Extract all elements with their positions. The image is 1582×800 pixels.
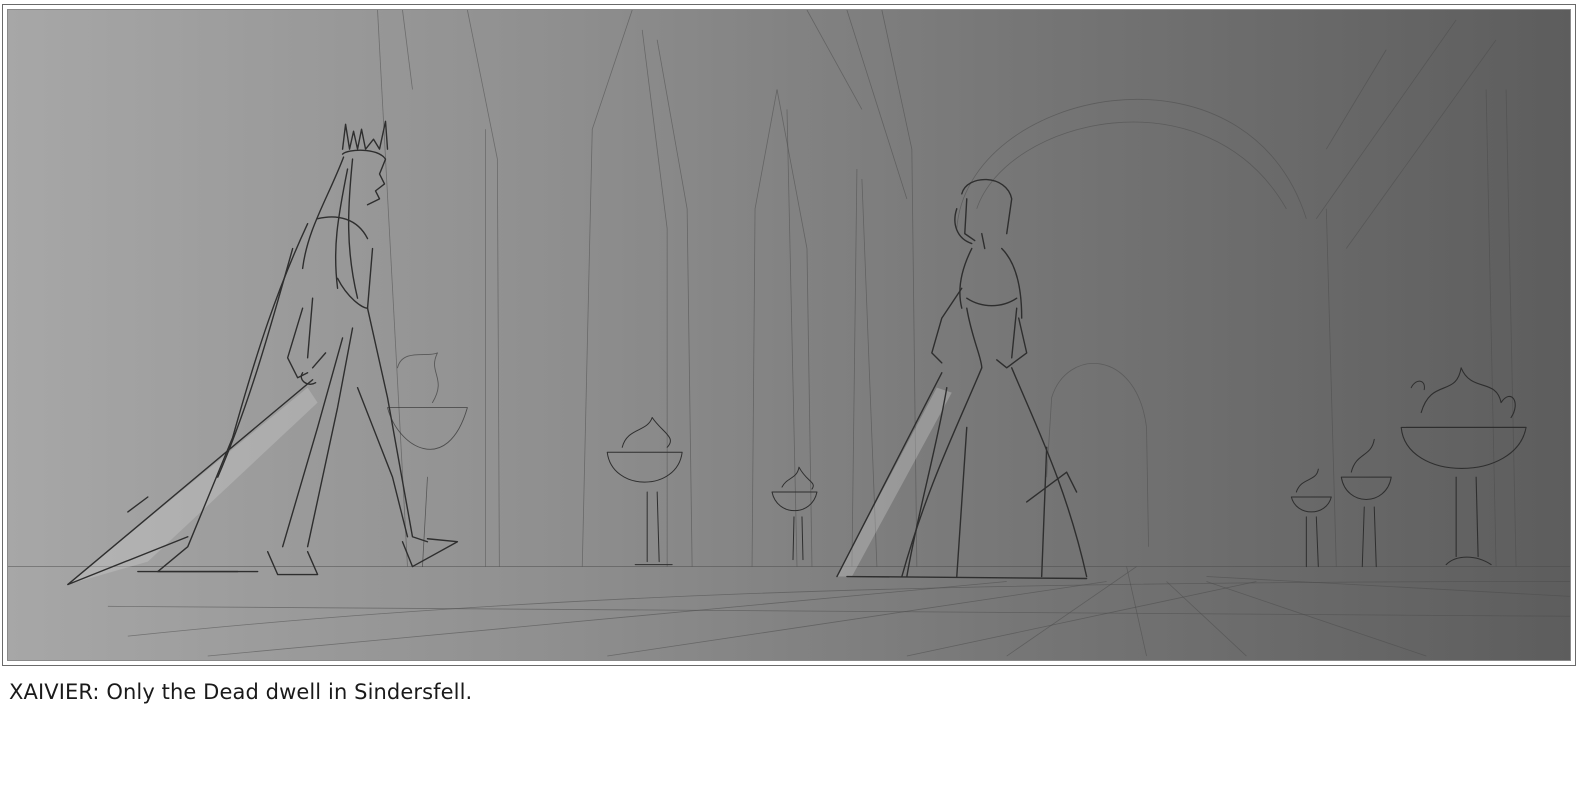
storyboard-sketch xyxy=(8,10,1570,657)
background-architecture xyxy=(8,10,1570,657)
storyboard-panel-frame xyxy=(2,4,1576,666)
figure-woman xyxy=(836,178,1088,580)
brazier-group xyxy=(387,352,1527,568)
storyboard-panel xyxy=(7,9,1571,661)
caption-dialogue: XAIVIER: Only the Dead dwell in Sindersf… xyxy=(9,680,473,704)
figure-xaivier xyxy=(67,120,459,586)
